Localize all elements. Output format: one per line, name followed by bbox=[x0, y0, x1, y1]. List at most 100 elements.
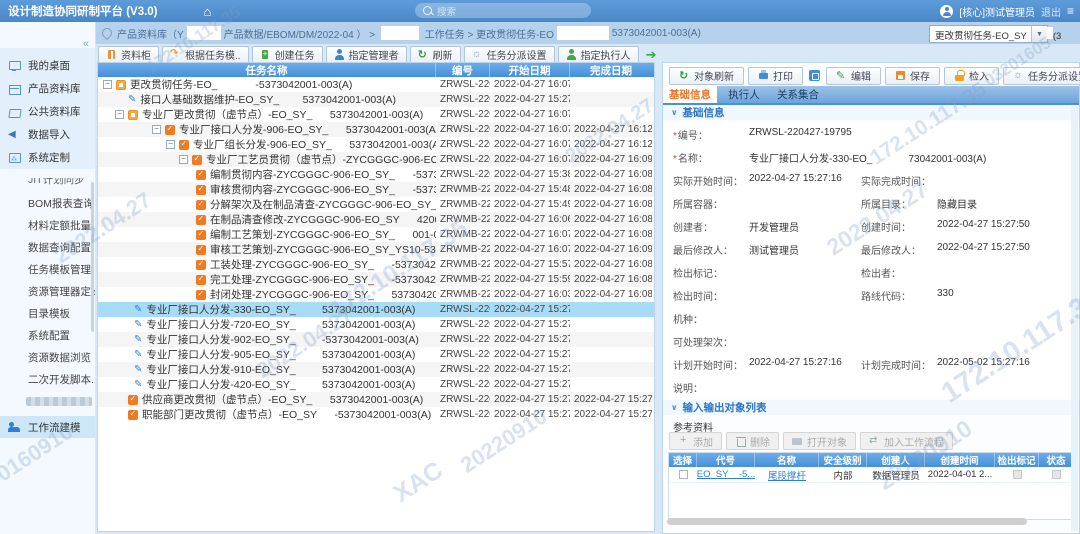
toolbar-button[interactable]: 创建任务 bbox=[252, 46, 323, 64]
forward-arrow-icon[interactable]: ➔ bbox=[646, 47, 657, 63]
task-start-date: 2022-04-27 16:07:48 bbox=[490, 242, 570, 257]
section-io-objects[interactable]: ∨ 输入输出对象列表 bbox=[663, 400, 1079, 415]
tree-row[interactable]: 封闭处理-ZYCGGGC-906-EO_SY_ 5373042001-003(A… bbox=[98, 287, 654, 302]
tree-row[interactable]: 审核工艺策划-ZYCGGGC-906-EO_SY_YS10-5373042001… bbox=[98, 242, 654, 257]
detail-toolbar-button[interactable]: 检入 bbox=[944, 67, 999, 85]
tree-row[interactable]: 在制品清查修改-ZYCGGGC-906-EO_SY 42001-003(A)-0… bbox=[98, 212, 654, 227]
task-name: 在制品清查修改-ZYCGGGC-906-EO_SY 42001-003(A)-0… bbox=[210, 212, 436, 227]
reference-row[interactable]: EO_SY -5... 尾段撑杆 内部 数据管理员 2022-04-01 2..… bbox=[669, 467, 1075, 483]
tree-row[interactable]: 审核贯彻内容-ZYCGGGC-906-EO_SY_ -5373042001-00… bbox=[98, 182, 654, 197]
sidebar-item[interactable]: 产品资料库 bbox=[0, 77, 95, 100]
tree-row[interactable]: ✎专业厂接口人分发-910-EO_SY_ 5373042001-003(A) Z… bbox=[98, 362, 654, 377]
sidebar-item[interactable]: 二次开发脚本... bbox=[0, 368, 95, 390]
tab-active[interactable]: 基础信息 bbox=[663, 86, 717, 103]
detail-toolbar-button[interactable]: 保存 bbox=[885, 67, 940, 85]
sidebar-item[interactable]: JIT计划同步 bbox=[0, 178, 95, 192]
section-basic-info[interactable]: ∨ 基础信息 bbox=[663, 105, 1079, 120]
tree-row[interactable]: −专业厂接口人分发-906-EO_SY_ 5373042001-003(A) Z… bbox=[98, 122, 654, 137]
detail-toolbar-button[interactable]: 编辑 bbox=[826, 67, 881, 85]
home-icon[interactable]: ⌂ bbox=[204, 5, 212, 18]
tree-row[interactable]: ✎接口人基础数据维护-EO_SY_ 5373042001-003(A) ZRWS… bbox=[98, 92, 654, 107]
expander-icon[interactable]: − bbox=[115, 110, 124, 119]
tab-item[interactable]: 关系集合 bbox=[771, 86, 825, 103]
toolbar-button[interactable]: 指定执行人 bbox=[558, 46, 639, 64]
toolbar-button[interactable]: 指定管理者 bbox=[326, 46, 407, 64]
column-header[interactable]: 完成日期 bbox=[570, 63, 652, 77]
object-name-link[interactable]: 尾段撑杆 bbox=[768, 468, 806, 482]
column-header[interactable]: 任务名称 bbox=[98, 63, 436, 77]
detail-toolbar-button[interactable]: 任务分派设置 bbox=[1003, 67, 1080, 85]
task-end-date: 2022-04-27 16:08:47 bbox=[570, 257, 652, 272]
sidebar-item[interactable]: 任务模板管理 bbox=[0, 258, 95, 280]
task-code: ZRWMB-2204... bbox=[436, 242, 490, 257]
tab-item[interactable]: 执行人 bbox=[717, 86, 771, 103]
vertical-scroll-gutter[interactable] bbox=[1071, 107, 1078, 531]
sidebar-item[interactable]: 系统定制 bbox=[0, 146, 95, 169]
tree-row[interactable]: ✎专业厂接口人分发-720-EO_SY_ 5373042001-003(A) Z… bbox=[98, 317, 654, 332]
detail-toolbar-button[interactable]: 打印 bbox=[748, 67, 803, 85]
toolbar-button[interactable]: 根据任务模.. bbox=[162, 46, 249, 64]
task-selector-dropdown[interactable]: 更改贯彻任务-EO_SY(3 ▼ bbox=[929, 25, 1048, 43]
gear-icon bbox=[1013, 70, 1024, 81]
sidebar-item[interactable]: 我的桌面 bbox=[0, 54, 95, 77]
toolbar-button[interactable]: 刷新 bbox=[410, 46, 461, 64]
tree-row[interactable]: ✎专业厂接口人分发-905-EO_SY_ 5373042001-003(A) Z… bbox=[98, 347, 654, 362]
reference-column-header[interactable]: 检出标记 bbox=[995, 453, 1039, 467]
global-search-input[interactable]: 搜索 bbox=[415, 3, 591, 18]
toolbar-button[interactable]: 任务分派设置 bbox=[464, 46, 555, 64]
tree-row[interactable]: −专业厂更改贯彻（虚节点）-EO_SY_ 5373042001-003(A) Z… bbox=[98, 107, 654, 122]
tree-row[interactable]: −专业厂工艺员贯彻（虚节点）-ZYCGGGC-906-EO_SY_ -53730… bbox=[98, 152, 654, 167]
tree-row[interactable]: ✎专业厂接口人分发-330-EO_SY_ 5373042001-003(A) Z… bbox=[98, 302, 654, 317]
column-header[interactable]: 开始日期 bbox=[490, 63, 570, 77]
tree-row[interactable]: 完工处理-ZYCGGGC-906-EO_SY_ -5373042001-003(… bbox=[98, 272, 654, 287]
sidebar-item[interactable]: BOM报表查询 bbox=[0, 192, 95, 214]
sidebar-item[interactable]: 公共资料库 bbox=[0, 100, 95, 123]
tree-row[interactable]: 工装处理-ZYCGGGC-906-EO_SY_ -5373042001-003(… bbox=[98, 257, 654, 272]
object-code-link[interactable]: EO_SY -5... bbox=[697, 469, 755, 480]
reference-column-header[interactable]: 创建人 bbox=[867, 453, 925, 467]
sidebar-item[interactable]: 数据导入 bbox=[0, 123, 95, 146]
toolbar-button[interactable]: 资料柜 bbox=[98, 46, 159, 64]
sidebar-item[interactable]: 数据查询配置 bbox=[0, 236, 95, 258]
sidebar-item[interactable]: 目录模板 bbox=[0, 302, 95, 324]
tree-row[interactable]: ✎专业厂接口人分发-420-EO_SY_ 5373042001-003(A) Z… bbox=[98, 377, 654, 392]
sidebar-item[interactable]: 材料定额批量... bbox=[0, 214, 95, 236]
expander-icon[interactable]: − bbox=[166, 140, 175, 149]
tree-row[interactable]: −更改贯彻任务-EO_ -5373042001-003(A) ZRWSL-220… bbox=[98, 77, 654, 92]
expander-icon[interactable]: − bbox=[152, 125, 161, 134]
reference-column-header[interactable]: 创建时间 bbox=[925, 453, 995, 467]
tree-row[interactable]: 职能部门更改贯彻（虚节点）-EO_SY -5373042001-003(A) Z… bbox=[98, 407, 654, 422]
reference-column-header[interactable]: 选择 bbox=[669, 453, 697, 467]
breadcrumb[interactable]: 产品资料库（Y产品数据/EBOM/DM/2022-04 ） > 工作任务 > 更… bbox=[117, 26, 701, 41]
logout-link[interactable]: 退出 bbox=[1041, 4, 1061, 19]
sidebar-item-workflow-modeling[interactable]: 工作流建模 bbox=[0, 416, 95, 438]
detail-toolbar-button[interactable]: 对象刷新 bbox=[669, 67, 744, 85]
expander-icon[interactable]: − bbox=[103, 80, 112, 89]
form-row: *名称： 专业厂接口人分发-330-EO_ 73042001-003(A) bbox=[663, 146, 1079, 169]
task-end-date bbox=[570, 362, 652, 377]
horizontal-scrollbar[interactable] bbox=[667, 518, 1027, 525]
reference-column-header[interactable]: 状态 bbox=[1039, 453, 1073, 467]
row-checkbox[interactable] bbox=[679, 470, 688, 479]
sidebar-item[interactable]: 资源管理器定义 bbox=[0, 280, 95, 302]
tree-row[interactable]: 分解架次及在制品清查-ZYCGGGC-906-EO_SY_ 042001-003… bbox=[98, 197, 654, 212]
pencil-icon: ✎ bbox=[128, 95, 136, 105]
user-avatar-icon[interactable] bbox=[940, 5, 953, 18]
sidebar-item[interactable]: 资源数据浏览 bbox=[0, 346, 95, 368]
chevron-down-icon[interactable]: ▼ bbox=[1031, 26, 1047, 42]
detail-toolbar-button[interactable] bbox=[807, 68, 822, 84]
tree-row[interactable]: −专业厂组长分发-906-EO_SY_ 5373042001-003(A) ZR… bbox=[98, 137, 654, 152]
sidebar-scrollbar[interactable] bbox=[91, 182, 94, 332]
tree-row[interactable]: 供应商更改贯彻（虚节点）-EO_SY_ 5373042001-003(A) ZR… bbox=[98, 392, 654, 407]
tree-row[interactable]: 编制贯彻内容-ZYCGGGC-906-EO_SY_ -5373042001-00… bbox=[98, 167, 654, 182]
expander-icon[interactable]: − bbox=[179, 155, 188, 164]
sidebar-item[interactable]: 系统配置 bbox=[0, 324, 95, 346]
sidebar-item-obscured[interactable] bbox=[0, 390, 95, 412]
reference-column-header[interactable]: 安全级别 bbox=[819, 453, 867, 467]
menu-icon[interactable]: ≡ bbox=[1067, 4, 1074, 18]
tree-row[interactable]: ✎专业厂接口人分发-902-EO_SY_ -5373042001-003(A) … bbox=[98, 332, 654, 347]
column-header[interactable]: 编号 bbox=[436, 63, 490, 77]
reference-column-header[interactable]: 代号 bbox=[697, 453, 755, 467]
tree-row[interactable]: 编制工艺策划-ZYCGGGC-906-EO_SY_ 001-003(A)-002… bbox=[98, 227, 654, 242]
reference-column-header[interactable]: 名称 bbox=[755, 453, 819, 467]
